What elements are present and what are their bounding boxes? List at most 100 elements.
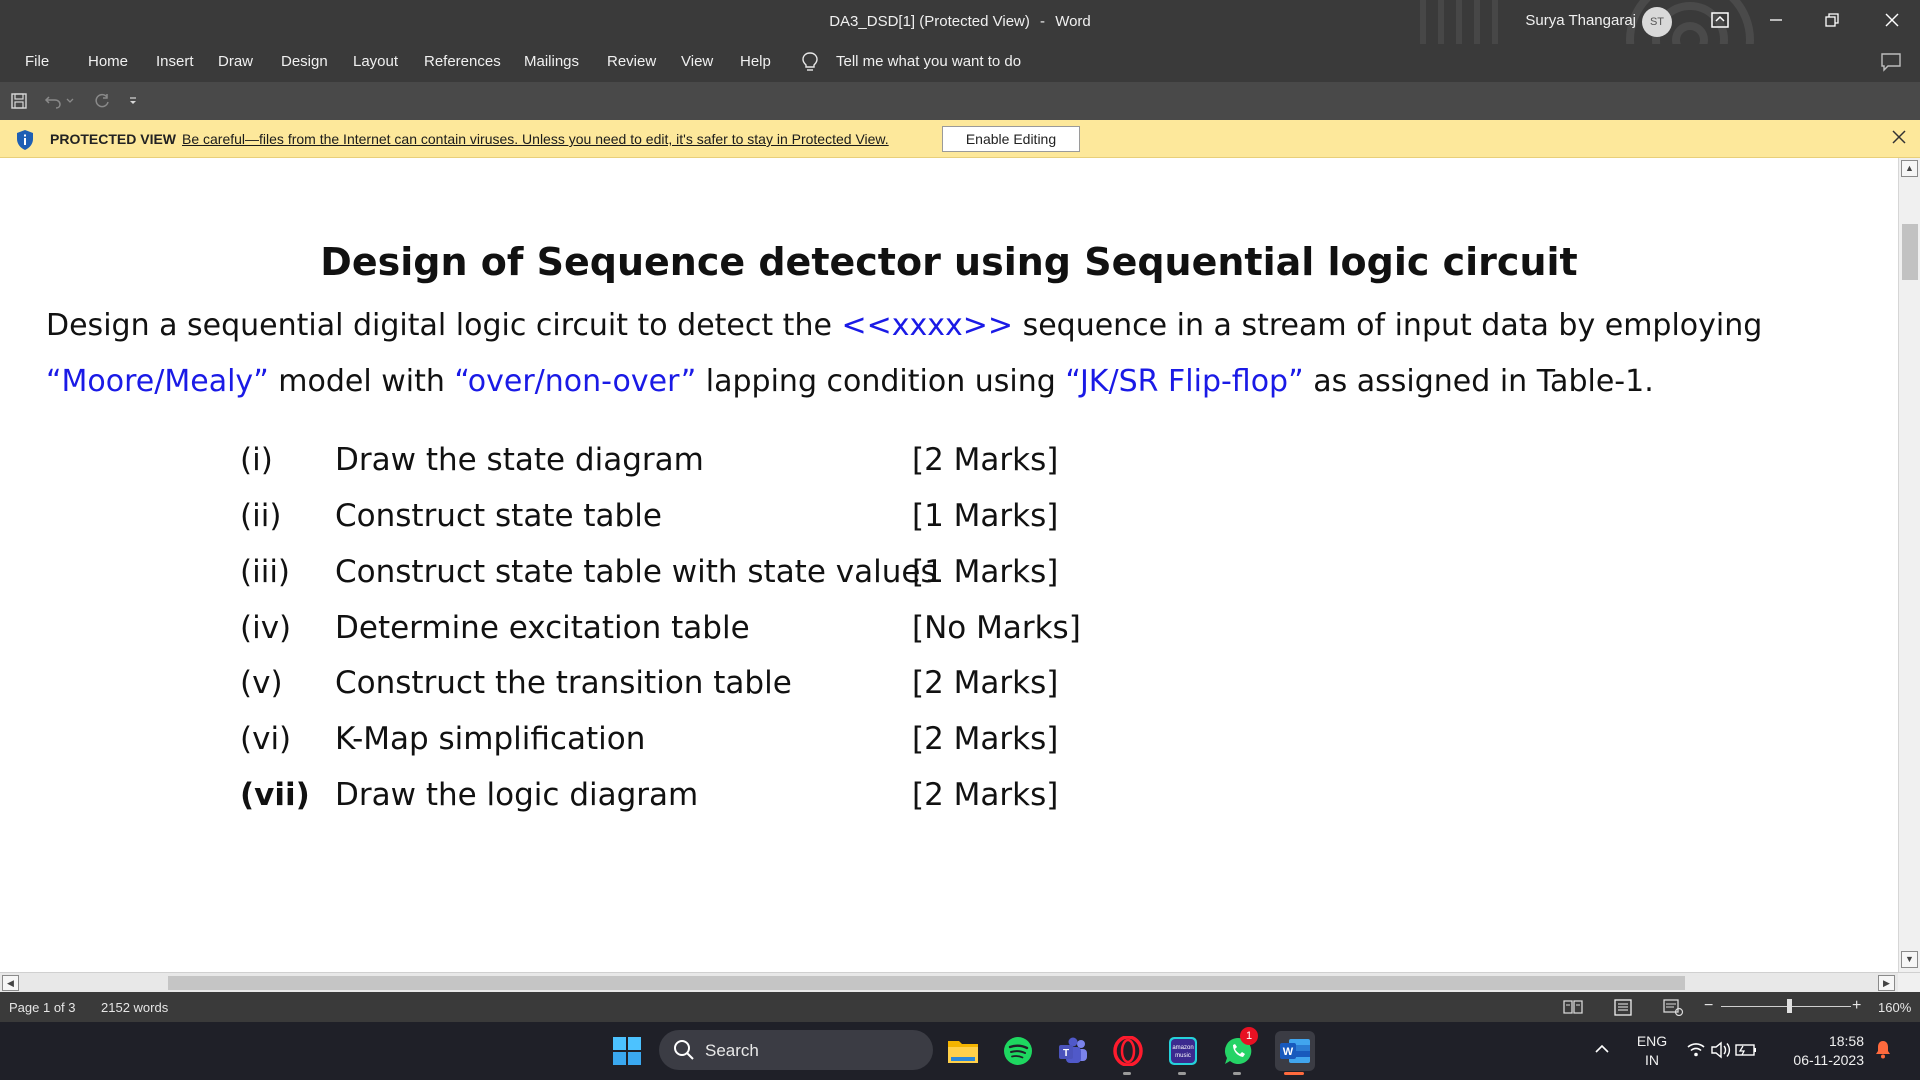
tell-me-search[interactable]: Tell me what you want to do xyxy=(836,53,1021,70)
user-avatar[interactable]: ST xyxy=(1642,7,1672,37)
page-count[interactable]: Page 1 of 3 xyxy=(9,1000,76,1015)
svg-text:T: T xyxy=(1063,1048,1069,1059)
sequence-placeholder: <<xxxx>> xyxy=(841,308,1014,343)
amazon-music-button[interactable]: amazon music xyxy=(1165,1033,1201,1069)
show-hidden-icons-button[interactable] xyxy=(1594,1040,1610,1059)
protected-view-label: PROTECTED VIEW xyxy=(50,131,177,147)
tab-view[interactable]: View xyxy=(681,53,713,70)
close-button[interactable] xyxy=(1864,0,1920,40)
horizontal-scrollbar[interactable]: ◀ ▶ xyxy=(0,972,1920,993)
read-mode-icon[interactable] xyxy=(1562,998,1584,1016)
task-item: (i) Draw the state diagram [2 Marks] xyxy=(0,442,1200,486)
word-icon: W xyxy=(1280,1039,1310,1063)
teams-button[interactable]: T xyxy=(1055,1033,1091,1069)
svg-text:W: W xyxy=(1283,1046,1294,1058)
task-number: (vii) xyxy=(240,777,310,813)
save-icon xyxy=(11,93,27,109)
zoom-slider-thumb[interactable] xyxy=(1787,999,1792,1013)
tab-review[interactable]: Review xyxy=(607,53,656,70)
running-indicator xyxy=(1178,1072,1186,1075)
scroll-up-button[interactable]: ▲ xyxy=(1901,160,1918,177)
task-number: (iii) xyxy=(240,554,291,590)
undo-dropdown[interactable] xyxy=(64,91,76,111)
vertical-scrollbar[interactable]: ▲ ▼ xyxy=(1898,158,1920,972)
tab-help[interactable]: Help xyxy=(740,53,771,70)
language-code: ENG xyxy=(1636,1033,1668,1049)
zoom-in-button[interactable]: + xyxy=(1852,997,1861,1015)
customize-toolbar-icon xyxy=(130,97,136,104)
wifi-icon xyxy=(1687,1043,1705,1057)
notifications-button[interactable] xyxy=(1874,1039,1892,1064)
scroll-right-button[interactable]: ▶ xyxy=(1878,975,1895,991)
close-icon xyxy=(1892,130,1906,144)
protected-view-close-button[interactable] xyxy=(1892,128,1906,149)
zoom-level[interactable]: 160% xyxy=(1878,1000,1911,1015)
task-marks: [2 Marks] xyxy=(912,665,1059,701)
protected-view-message-link[interactable]: Be careful—files from the Internet can c… xyxy=(182,131,889,147)
tab-layout[interactable]: Layout xyxy=(353,53,398,70)
ribbon-display-icon xyxy=(1711,12,1729,28)
volume-icon xyxy=(1711,1041,1731,1059)
task-item: (ii) Construct state table [1 Marks] xyxy=(0,498,1200,542)
restore-button[interactable] xyxy=(1804,0,1860,40)
tab-mailings[interactable]: Mailings xyxy=(524,53,579,70)
lightbulb-icon[interactable] xyxy=(801,51,819,73)
status-bar: Page 1 of 3 2152 words − + 160% xyxy=(0,992,1920,1022)
save-button[interactable] xyxy=(8,91,30,111)
whatsapp-button[interactable]: 1 xyxy=(1220,1027,1258,1069)
zoom-out-button[interactable]: − xyxy=(1704,997,1713,1015)
task-number: (iv) xyxy=(240,610,292,646)
scroll-down-button[interactable]: ▼ xyxy=(1901,951,1918,968)
app-name: Word xyxy=(1055,13,1091,30)
clock[interactable]: 18:58 06-11-2023 xyxy=(1784,1032,1864,1070)
chevron-up-icon xyxy=(1595,1044,1609,1053)
taskbar-search[interactable]: Search xyxy=(659,1030,933,1070)
scroll-left-button[interactable]: ◀ xyxy=(2,975,19,991)
user-name[interactable]: Surya Thangaraj xyxy=(1525,12,1636,29)
search-label: Search xyxy=(705,1041,759,1060)
start-button[interactable] xyxy=(609,1033,645,1069)
tab-file[interactable]: File xyxy=(25,53,49,70)
network-volume-battery[interactable] xyxy=(1686,1040,1758,1065)
web-layout-icon[interactable] xyxy=(1662,998,1684,1016)
ribbon-display-options-button[interactable] xyxy=(1692,0,1748,40)
horizontal-scroll-thumb[interactable] xyxy=(168,976,1685,990)
tab-insert[interactable]: Insert xyxy=(156,53,194,70)
tab-home[interactable]: Home xyxy=(88,53,128,70)
task-number: (v) xyxy=(240,665,283,701)
word-count[interactable]: 2152 words xyxy=(101,1000,168,1015)
protected-view-bar: PROTECTED VIEW Be careful—files from the… xyxy=(0,120,1920,158)
zoom-slider-track[interactable] xyxy=(1721,1006,1851,1007)
minimize-button[interactable] xyxy=(1748,0,1804,40)
undo-button[interactable] xyxy=(42,91,64,111)
amazon-music-logo-text: amazon xyxy=(1172,1045,1193,1051)
para-text-2: sequence in a stream of input data by em… xyxy=(1013,308,1763,343)
redo-button[interactable] xyxy=(91,91,113,111)
spotify-button[interactable] xyxy=(1000,1033,1036,1069)
language-indicator[interactable]: ENG IN xyxy=(1636,1032,1668,1070)
comments-icon[interactable] xyxy=(1880,52,1902,72)
document-page[interactable]: Design of Sequence detector using Sequen… xyxy=(0,158,1898,972)
task-item: (vi) K-Map simplification [2 Marks] xyxy=(0,721,1200,765)
task-description: Determine excitation table xyxy=(335,610,750,646)
file-explorer-button[interactable] xyxy=(945,1033,981,1069)
windows-logo-icon xyxy=(613,1037,641,1065)
vertical-scroll-thumb[interactable] xyxy=(1902,224,1918,280)
word-button[interactable]: W xyxy=(1275,1031,1315,1071)
overlap-option: “over/non-over” xyxy=(454,364,697,399)
clock-time: 18:58 xyxy=(1828,1033,1864,1049)
customize-qat-button[interactable] xyxy=(126,91,140,111)
opera-button[interactable] xyxy=(1110,1033,1146,1069)
enable-editing-button[interactable]: Enable Editing xyxy=(942,126,1080,152)
task-marks: [1 Marks] xyxy=(912,554,1059,590)
task-description: Construct state table with state values xyxy=(335,554,937,590)
task-number: (vi) xyxy=(240,721,292,757)
para-text-5: as assigned in Table-1. xyxy=(1303,364,1654,399)
folder-icon xyxy=(948,1041,978,1063)
print-layout-icon[interactable] xyxy=(1612,998,1634,1016)
clock-date: 06-11-2023 xyxy=(1793,1052,1864,1068)
tab-references[interactable]: References xyxy=(424,53,501,70)
tab-draw[interactable]: Draw xyxy=(218,53,253,70)
tab-design[interactable]: Design xyxy=(281,53,328,70)
task-number: (i) xyxy=(240,442,273,478)
